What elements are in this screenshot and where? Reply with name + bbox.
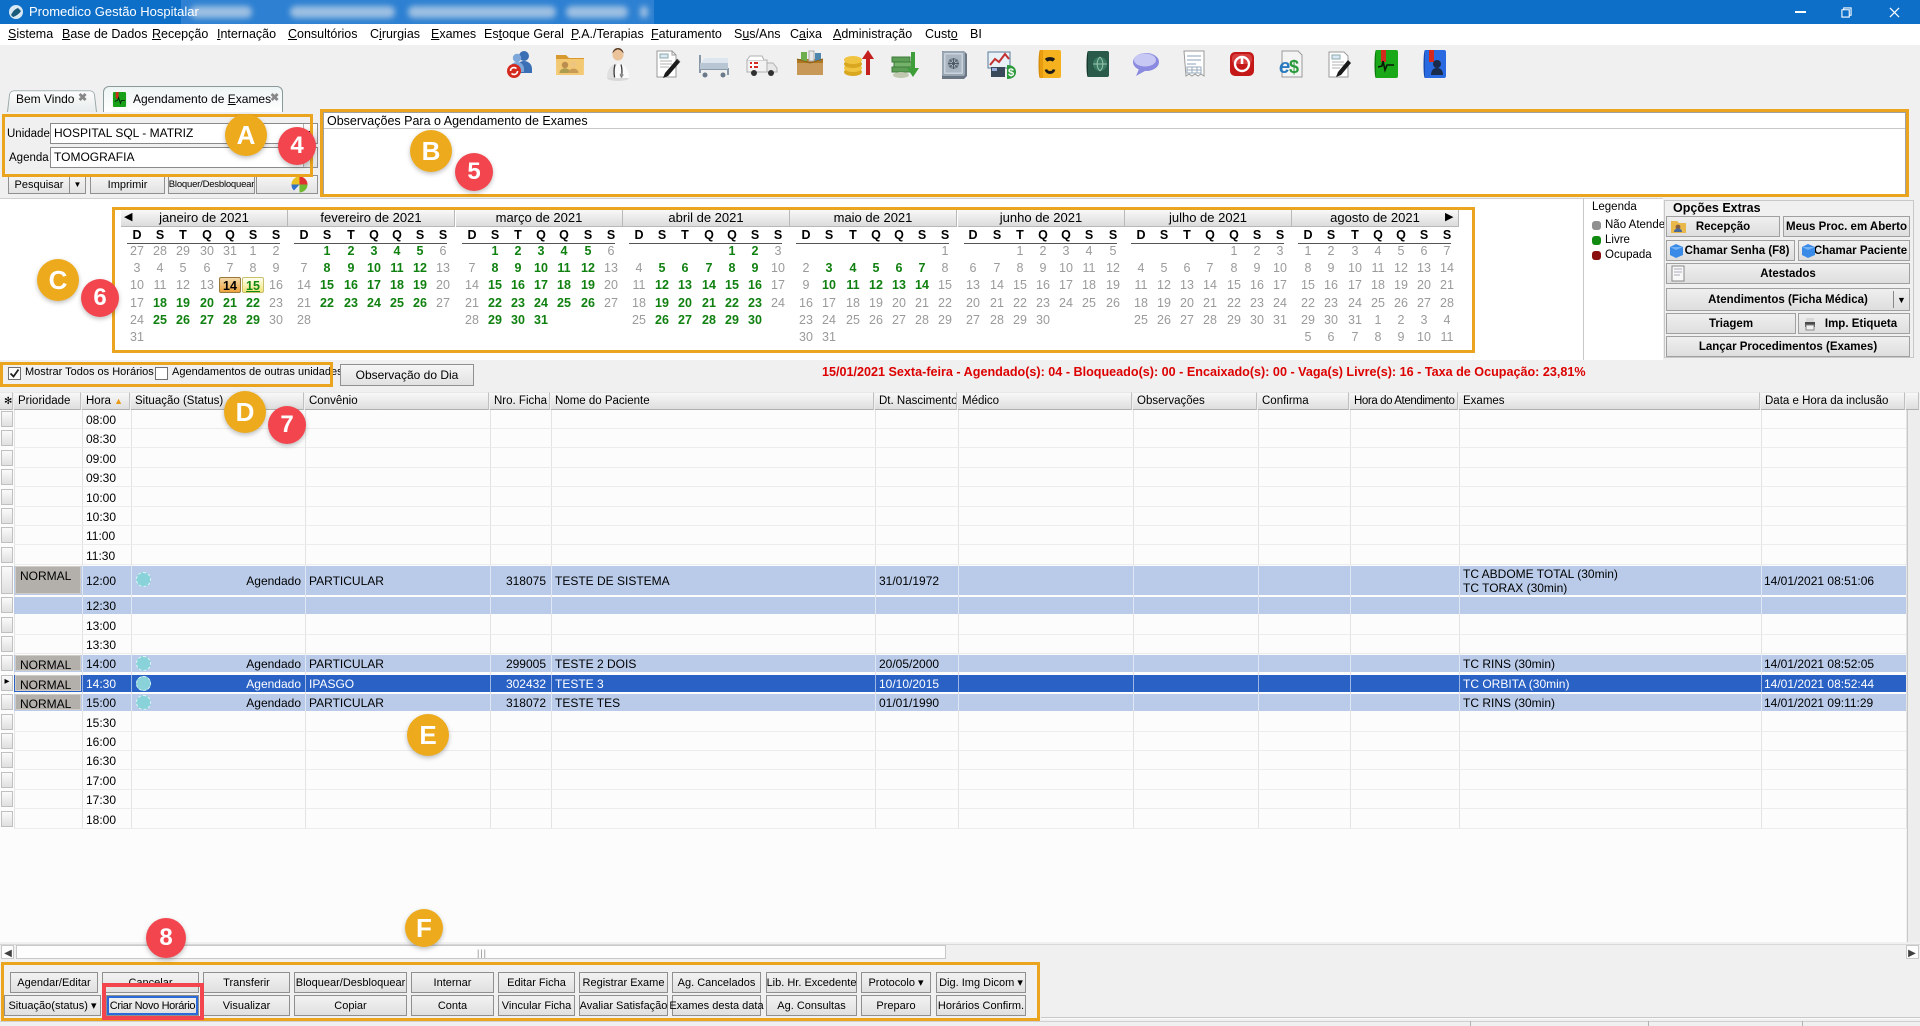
svg-text:$: $ (1289, 57, 1299, 77)
svg-text:$: $ (1008, 67, 1014, 79)
